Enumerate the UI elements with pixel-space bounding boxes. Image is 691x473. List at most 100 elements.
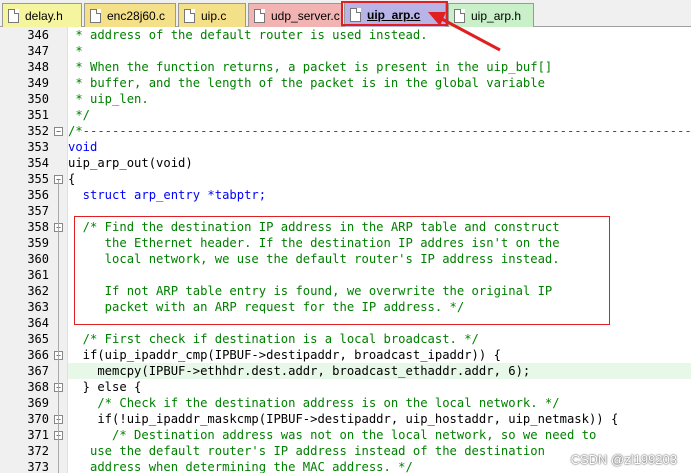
code-text: if(!uip_ipaddr_maskcmp(IPBUF->destipaddr…: [68, 412, 619, 426]
code-line: 348 * When the function returns, a packe…: [0, 59, 691, 75]
line-number: 368: [27, 380, 49, 394]
code-text: local network, we use the default router…: [68, 252, 560, 266]
tab-udp-server-c[interactable]: udp_server.c: [248, 3, 342, 27]
code-line: 349 * buffer, and the length of the pack…: [0, 75, 691, 91]
tab-uip-arp-h[interactable]: uip_arp.h: [448, 3, 534, 27]
line-number: 369: [27, 396, 49, 410]
line-number: 352: [27, 124, 49, 138]
line-number: 360: [27, 252, 49, 266]
code-line: 359 the Ethernet header. If the destinat…: [0, 235, 691, 251]
code-line: 371 − /* Destination address was not on …: [0, 427, 691, 443]
line-number: 372: [27, 444, 49, 458]
line-number: 356: [27, 188, 49, 202]
code-text: */: [68, 108, 91, 122]
watermark: CSDN @zl199203: [570, 452, 677, 467]
code-text: *: [68, 44, 83, 58]
line-number: 349: [27, 76, 49, 90]
line-number: 354: [27, 156, 49, 170]
code-text: /*--------------------------------------…: [68, 124, 691, 138]
tab-uip-arp-c[interactable]: uip_arp.c: [344, 1, 446, 27]
code-line: 353 void: [0, 139, 691, 155]
line-number: 370: [27, 412, 49, 426]
code-line: 362 If not ARP table entry is found, we …: [0, 283, 691, 299]
code-text: /* Destination address was not on the lo…: [68, 428, 597, 442]
code-line: 346 * address of the default router is u…: [0, 27, 691, 43]
code-text: the Ethernet header. If the destination …: [68, 236, 560, 250]
code-line: 361: [0, 267, 691, 283]
code-line: 369 /* Check if the destination address …: [0, 395, 691, 411]
code-text: use the default router's IP address inst…: [68, 444, 545, 458]
code-text: If not ARP table entry is found, we over…: [68, 284, 553, 298]
tab-label: enc28j60.c: [107, 8, 166, 23]
line-number: 357: [27, 204, 49, 218]
fold-guide-line: [58, 180, 59, 473]
code-line: 350 * uip_len.: [0, 91, 691, 107]
code-text: /* Check if the destination address is o…: [68, 396, 560, 410]
code-text: void: [68, 140, 98, 154]
code-line: 368 − } else {: [0, 379, 691, 395]
code-text: {: [68, 172, 76, 186]
tab-uip-c[interactable]: uip.c: [178, 3, 246, 27]
file-icon: [254, 8, 265, 23]
code-text: memcpy(IPBUF->ethhdr.dest.addr, broadcas…: [68, 364, 531, 378]
code-text: if(uip_ipaddr_cmp(IPBUF->destipaddr, bro…: [68, 348, 501, 362]
line-number: 353: [27, 140, 49, 154]
code-text: * When the function returns, a packet is…: [68, 60, 553, 74]
line-number: 363: [27, 300, 49, 314]
tab-delay-h[interactable]: delay.h: [2, 3, 82, 27]
line-number: 373: [27, 460, 49, 473]
file-icon: [184, 8, 195, 23]
code-line: 357: [0, 203, 691, 219]
fold-toggle-icon[interactable]: −: [54, 127, 63, 136]
code-text: struct arp_entry *tabptr;: [68, 188, 267, 202]
tab-enc28j60-c[interactable]: enc28j60.c: [84, 3, 176, 27]
line-number: 358: [27, 220, 49, 234]
line-number: 351: [27, 108, 49, 122]
line-number: 366: [27, 348, 49, 362]
code-text: * address of the default router is used …: [68, 28, 428, 42]
line-number: 355: [27, 172, 49, 186]
code-line: 364: [0, 315, 691, 331]
tab-label: uip_arp.h: [471, 8, 522, 23]
file-icon: [350, 7, 361, 22]
line-number: 350: [27, 92, 49, 106]
line-number: 371: [27, 428, 49, 442]
code-line: 360 local network, we use the default ro…: [0, 251, 691, 267]
line-number: 346: [27, 28, 49, 42]
tab-label: udp_server.c: [271, 8, 340, 23]
file-icon: [8, 8, 19, 23]
code-line: 355 − {: [0, 171, 691, 187]
code-text: * buffer, and the length of the packet i…: [68, 76, 545, 90]
line-number: 348: [27, 60, 49, 74]
code-text: * uip_len.: [68, 92, 149, 106]
code-line: 365 /* First check if destination is a l…: [0, 331, 691, 347]
code-text: address when determining the MAC address…: [68, 460, 413, 473]
code-text: uip_arp_out(void): [68, 156, 193, 170]
tab-label: uip_arp.c: [367, 7, 421, 22]
code-text: packet with an ARP request for the IP ad…: [68, 300, 465, 314]
code-line: 354 uip_arp_out(void): [0, 155, 691, 171]
line-number: 365: [27, 332, 49, 346]
code-line: 367 memcpy(IPBUF->ethhdr.dest.addr, broa…: [0, 363, 691, 379]
line-number: 361: [27, 268, 49, 282]
tab-label: delay.h: [25, 8, 63, 23]
line-number: 364: [27, 316, 49, 330]
code-line: 366 − if(uip_ipaddr_cmp(IPBUF->destipadd…: [0, 347, 691, 363]
line-number: 362: [27, 284, 49, 298]
code-line: 358 − /* Find the destination IP address…: [0, 219, 691, 235]
code-text: } else {: [68, 380, 142, 394]
code-line: 351 */: [0, 107, 691, 123]
code-line: 347 *: [0, 43, 691, 59]
line-number: 359: [27, 236, 49, 250]
tab-label: uip.c: [201, 8, 227, 23]
code-line: 352 − /*--------------------------------…: [0, 123, 691, 139]
code-line: 370 − if(!uip_ipaddr_maskcmp(IPBUF->dest…: [0, 411, 691, 427]
code-text: /* First check if destination is a local…: [68, 332, 479, 346]
file-icon: [90, 8, 101, 23]
code-line: 356 struct arp_entry *tabptr;: [0, 187, 691, 203]
line-number: 367: [27, 364, 49, 378]
code-text: /* Find the destination IP address in th…: [68, 220, 560, 234]
editor-tab-bar: delay.h enc28j60.c uip.c udp_server.c ui…: [0, 0, 691, 27]
file-icon: [454, 8, 465, 23]
code-line: 363 packet with an ARP request for the I…: [0, 299, 691, 315]
